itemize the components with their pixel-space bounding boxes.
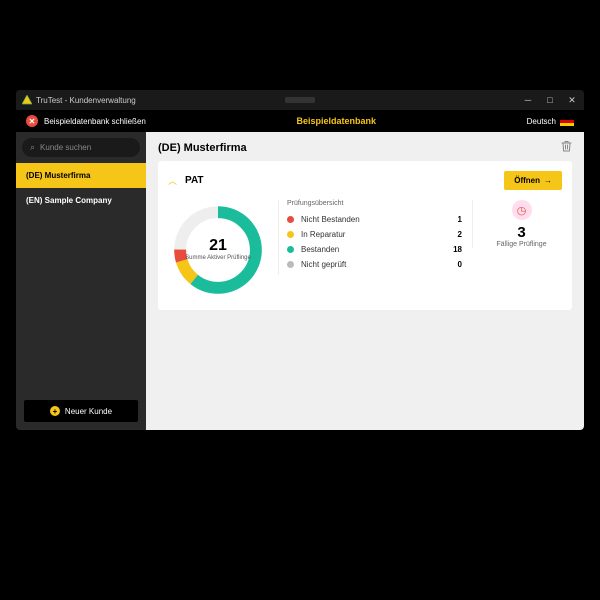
dot-icon — [287, 246, 294, 253]
stat-value: 0 — [448, 260, 462, 269]
close-database-label: Beispieldatenbank schließen — [44, 117, 146, 126]
delete-button[interactable] — [561, 140, 572, 155]
language-label: Deutsch — [527, 117, 556, 126]
card-body: 21 Summe Aktiver Prüflinge Prüfungsübers… — [168, 200, 562, 300]
stat-label: Bestanden — [301, 245, 448, 254]
trash-icon — [561, 140, 572, 152]
close-icon: ✕ — [26, 115, 38, 127]
due-value: 3 — [517, 224, 525, 241]
pat-card: ︿ PAT Öffnen → — [158, 161, 572, 310]
stat-value: 2 — [448, 230, 462, 239]
stat-label: In Reparatur — [301, 230, 448, 239]
sidebar-item-sample-company[interactable]: (EN) Sample Company — [16, 188, 146, 213]
window-title: TruTest - Kundenverwaltung — [36, 96, 522, 105]
open-button-label: Öffnen — [514, 176, 540, 185]
dot-icon — [287, 231, 294, 238]
stat-label: Nicht geprüft — [301, 260, 448, 269]
sidebar-item-label: (EN) Sample Company — [26, 196, 112, 205]
window-controls: ─ □ ✕ — [522, 95, 578, 106]
sidebar-item-musterfirma[interactable]: (DE) Musterfirma — [16, 163, 146, 188]
stat-row-failed: Nicht Bestanden 1 — [287, 215, 462, 224]
dot-icon — [287, 261, 294, 268]
arrow-right-icon: → — [544, 176, 552, 185]
app-body: ⌕ Kunde suchen (DE) Musterfirma (EN) Sam… — [16, 132, 584, 430]
stat-label: Nicht Bestanden — [301, 215, 448, 224]
open-button[interactable]: Öffnen → — [504, 171, 562, 190]
sidebar-item-label: (DE) Musterfirma — [26, 171, 90, 180]
stat-value: 18 — [448, 245, 462, 254]
new-customer-button[interactable]: + Neuer Kunde — [24, 400, 138, 422]
language-selector[interactable]: Deutsch — [527, 117, 574, 126]
main-content: (DE) Musterfirma ︿ PAT Öffnen → — [146, 132, 584, 430]
maximize-button[interactable]: □ — [544, 95, 556, 106]
close-database-button[interactable]: ✕ Beispieldatenbank schließen — [26, 115, 146, 127]
titlebar: TruTest - Kundenverwaltung ─ □ ✕ — [16, 90, 584, 110]
main-header: (DE) Musterfirma — [158, 140, 572, 155]
sidebar: ⌕ Kunde suchen (DE) Musterfirma (EN) Sam… — [16, 132, 146, 430]
minimize-button[interactable]: ─ — [522, 95, 534, 106]
donut-total: 21 — [209, 237, 227, 255]
titlebar-notch — [285, 97, 315, 103]
donut-chart: 21 Summe Aktiver Prüflinge — [168, 200, 268, 300]
chevron-up-icon: ︿ — [168, 174, 177, 187]
stats-list: Prüfungsübersicht Nicht Bestanden 1 In R… — [278, 200, 462, 275]
donut-center: 21 Summe Aktiver Prüflinge — [168, 200, 268, 300]
search-icon: ⌕ — [30, 142, 35, 153]
stats-title: Prüfungsübersicht — [287, 200, 462, 207]
sidebar-spacer — [16, 213, 146, 392]
app-icon — [22, 95, 32, 105]
stat-value: 1 — [448, 215, 462, 224]
topbar: ✕ Beispieldatenbank schließen Beispielda… — [16, 110, 584, 132]
card-title: PAT — [185, 175, 204, 186]
app-window: TruTest - Kundenverwaltung ─ □ ✕ ✕ Beisp… — [16, 90, 584, 430]
card-title-group[interactable]: ︿ PAT — [168, 174, 204, 187]
plus-icon: + — [50, 406, 60, 416]
search-placeholder: Kunde suchen — [40, 143, 91, 152]
stat-row-untested: Nicht geprüft 0 — [287, 260, 462, 269]
database-title: Beispieldatenbank — [146, 116, 527, 126]
clock-alert-icon: ◷ — [512, 200, 532, 220]
dot-icon — [287, 216, 294, 223]
page-title: (DE) Musterfirma — [158, 142, 247, 154]
flag-germany-icon — [560, 117, 574, 126]
stat-row-repair: In Reparatur 2 — [287, 230, 462, 239]
close-button[interactable]: ✕ — [566, 95, 578, 106]
stat-row-passed: Bestanden 18 — [287, 245, 462, 254]
donut-label: Summe Aktiver Prüflinge — [185, 255, 251, 262]
search-input[interactable]: ⌕ Kunde suchen — [22, 138, 140, 157]
due-panel: ◷ 3 Fällige Prüflinge — [472, 200, 562, 248]
card-header: ︿ PAT Öffnen → — [168, 171, 562, 190]
new-customer-label: Neuer Kunde — [65, 407, 112, 416]
due-label: Fällige Prüflinge — [496, 241, 546, 248]
